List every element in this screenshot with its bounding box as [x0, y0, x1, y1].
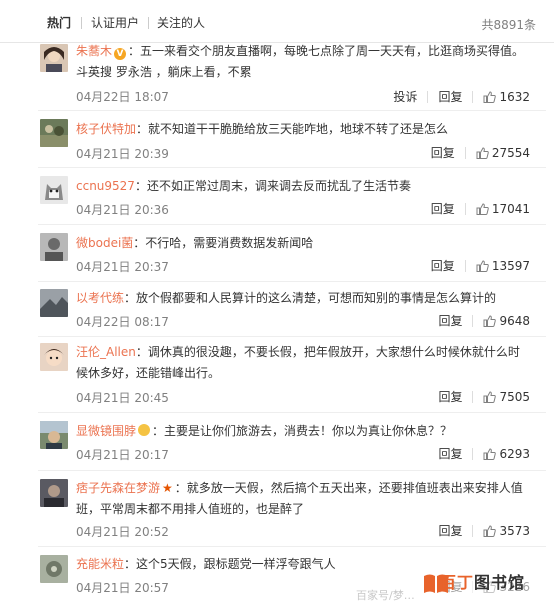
- comment-text: ：这个5天假，跟标题党一样浮夸跟气人: [124, 557, 336, 571]
- comment-text: ：就多放一天假，然后搞个五天出来，还要排值班表出来安排人值: [174, 481, 523, 495]
- like-button[interactable]: 1632: [483, 90, 530, 104]
- comment-text: ：放个假都要和人民算计的这么清楚，可想而知别的事情是怎么算计的: [124, 291, 497, 305]
- comment-timestamp: 04月22日 18:07: [76, 90, 169, 104]
- comment-text: ：调休真的很没趣，不要长假，把年假放开，大家想什么时候休就什么时: [135, 345, 520, 359]
- v-gold-icon: V: [114, 48, 127, 60]
- comment-item: 显微镜围脖 ：主要是让你们旅游去，消费去！你以为真让你休息？？ 04月21日 20…: [0, 413, 554, 471]
- thumbs-up-icon: [476, 203, 489, 215]
- watermark-brand-orange: 百丁: [440, 573, 475, 592]
- reply-button[interactable]: 回复: [438, 390, 462, 404]
- watermark: 百家号/梦… 百丁图书馆: [350, 563, 548, 605]
- tab-divider: [148, 17, 149, 29]
- tab-hot[interactable]: 热门: [47, 16, 71, 30]
- comment-timestamp: 04月21日 20:52: [76, 525, 169, 539]
- comment-timestamp: 04月21日 20:57: [76, 581, 169, 595]
- thumbs-up-icon: [483, 525, 497, 537]
- like-button[interactable]: 7505: [483, 390, 530, 404]
- reply-button[interactable]: 回复: [431, 259, 455, 273]
- thumbs-up-icon: [483, 391, 497, 403]
- comment-text: ：不行哈，需要消费数据发新闻哈: [133, 236, 314, 250]
- watermark-faded-text: 百家号/梦…: [356, 589, 415, 602]
- like-count: 27554: [491, 146, 530, 160]
- avatar[interactable]: [40, 343, 68, 371]
- comment-text: ：主要是让你们旅游去，消费去！你以为真让你休息？？: [152, 424, 453, 438]
- avatar[interactable]: [40, 421, 68, 449]
- comment-username[interactable]: 痞子先森在梦游: [76, 481, 160, 495]
- tab-verified-users[interactable]: 认证用户: [91, 16, 139, 30]
- comment-item: 痞子先森在梦游 ★ ：就多放一天假，然后搞个五天出来，还要排值班表出来安排人值 班，…: [0, 471, 554, 547]
- avatar[interactable]: [40, 289, 68, 317]
- comment-item: 核子伏特加：就不知道干干脆脆给放三天能咋地，地球不转了还是怎么 04月21日 2…: [0, 111, 554, 168]
- comment-username[interactable]: 核子伏特加: [76, 122, 136, 136]
- comment-timestamp: 04月21日 20:37: [76, 260, 169, 274]
- avatar[interactable]: [40, 119, 68, 147]
- comment-item: 朱蕎木 V ：五一来看交个朋友直播啊，每晚七点除了周一天天有，比逛商场买得值。 斗英…: [0, 42, 554, 111]
- thumbs-up-icon: [483, 91, 497, 103]
- thumbs-up-icon: [476, 147, 489, 159]
- like-count: 9648: [499, 314, 530, 328]
- report-button[interactable]: 投诉: [393, 90, 417, 104]
- like-button[interactable]: 17041: [476, 202, 530, 216]
- like-count: 7505: [499, 390, 530, 404]
- like-button[interactable]: 13597: [476, 259, 530, 273]
- comment-username[interactable]: ccnu9527: [76, 179, 135, 193]
- reply-button[interactable]: 回复: [431, 202, 455, 216]
- comment-text: ：还不如正常过周末，调来调去反而扰乱了生活节奏: [134, 179, 411, 193]
- comment-text-continued: 候休多好，还能错峰出行。: [76, 366, 221, 380]
- comment-timestamp: 04月21日 20:39: [76, 147, 169, 161]
- comment-username[interactable]: 微bodei菌: [76, 236, 133, 250]
- like-button[interactable]: 6293: [483, 447, 530, 461]
- reply-button[interactable]: 回复: [438, 524, 462, 538]
- avatar[interactable]: [40, 44, 68, 72]
- comment-timestamp: 04月21日 20:36: [76, 203, 169, 217]
- like-count: 13597: [491, 259, 530, 273]
- reply-button[interactable]: 回复: [438, 90, 462, 104]
- comment-text-continued: 班，平常周末都不用排人值班的，也是醉了: [76, 502, 305, 516]
- avatar[interactable]: [40, 233, 68, 261]
- comment-username[interactable]: 以考代练: [76, 291, 124, 305]
- comment-username[interactable]: 显微镜围脖: [76, 424, 136, 438]
- comment-item: 微bodei菌：不行哈，需要消费数据发新闻哈 04月21日 20:37 回复 1…: [0, 225, 554, 282]
- comment-total-count: 共8891条: [481, 18, 536, 32]
- comment-timestamp: 04月21日 20:17: [76, 448, 169, 462]
- like-button[interactable]: 3573: [483, 524, 530, 538]
- like-count: 3573: [499, 524, 530, 538]
- comment-text: ：就不知道干干脆脆给放三天能咋地，地球不转了还是怎么: [136, 122, 449, 136]
- comment-filter-tabs: 热门 认证用户 关注的人 共8891条: [0, 0, 554, 43]
- thumbs-up-icon: [476, 260, 489, 272]
- star-icon: ★: [162, 481, 173, 495]
- tab-following[interactable]: 关注的人: [157, 16, 205, 30]
- tab-divider: [81, 17, 82, 29]
- comment-timestamp: 04月22日 08:17: [76, 315, 169, 329]
- comment-text: ：五一来看交个朋友直播啊，每晚七点除了周一天天有，比逛商场买得值。: [128, 44, 525, 58]
- like-button[interactable]: 9648: [483, 314, 530, 328]
- comment-item: 以考代练：放个假都要和人民算计的这么清楚，可想而知别的事情是怎么算计的 04月2…: [0, 282, 554, 337]
- comment-username[interactable]: 朱蕎木: [76, 44, 112, 58]
- comment-item: ccnu9527：还不如正常过周末，调来调去反而扰乱了生活节奏 04月21日 2…: [0, 168, 554, 225]
- comment-item: 汪伦_Allen：调休真的很没趣，不要长假，把年假放开，大家想什么时候休就什么时…: [0, 337, 554, 413]
- avatar[interactable]: [40, 479, 68, 507]
- thumbs-up-icon: [483, 448, 497, 460]
- comment-timestamp: 04月21日 20:45: [76, 391, 169, 405]
- thumbs-up-icon: [483, 315, 497, 327]
- like-count: 17041: [491, 202, 530, 216]
- avatar[interactable]: [40, 555, 68, 583]
- emoji-face-icon: [138, 424, 151, 436]
- watermark-brand-dark: 图书馆: [474, 573, 526, 592]
- like-count: 1632: [499, 90, 530, 104]
- reply-button[interactable]: 回复: [438, 447, 462, 461]
- reply-button[interactable]: 回复: [431, 146, 455, 160]
- comment-text-continued: 斗英搜 罗永浩 ，躺床上看，不累: [76, 65, 252, 79]
- like-button[interactable]: 27554: [476, 146, 530, 160]
- comment-username[interactable]: 充能米粒: [76, 557, 124, 571]
- like-count: 6293: [499, 447, 530, 461]
- reply-button[interactable]: 回复: [438, 314, 462, 328]
- avatar[interactable]: [40, 176, 68, 204]
- comment-username[interactable]: 汪伦_Allen: [76, 345, 136, 359]
